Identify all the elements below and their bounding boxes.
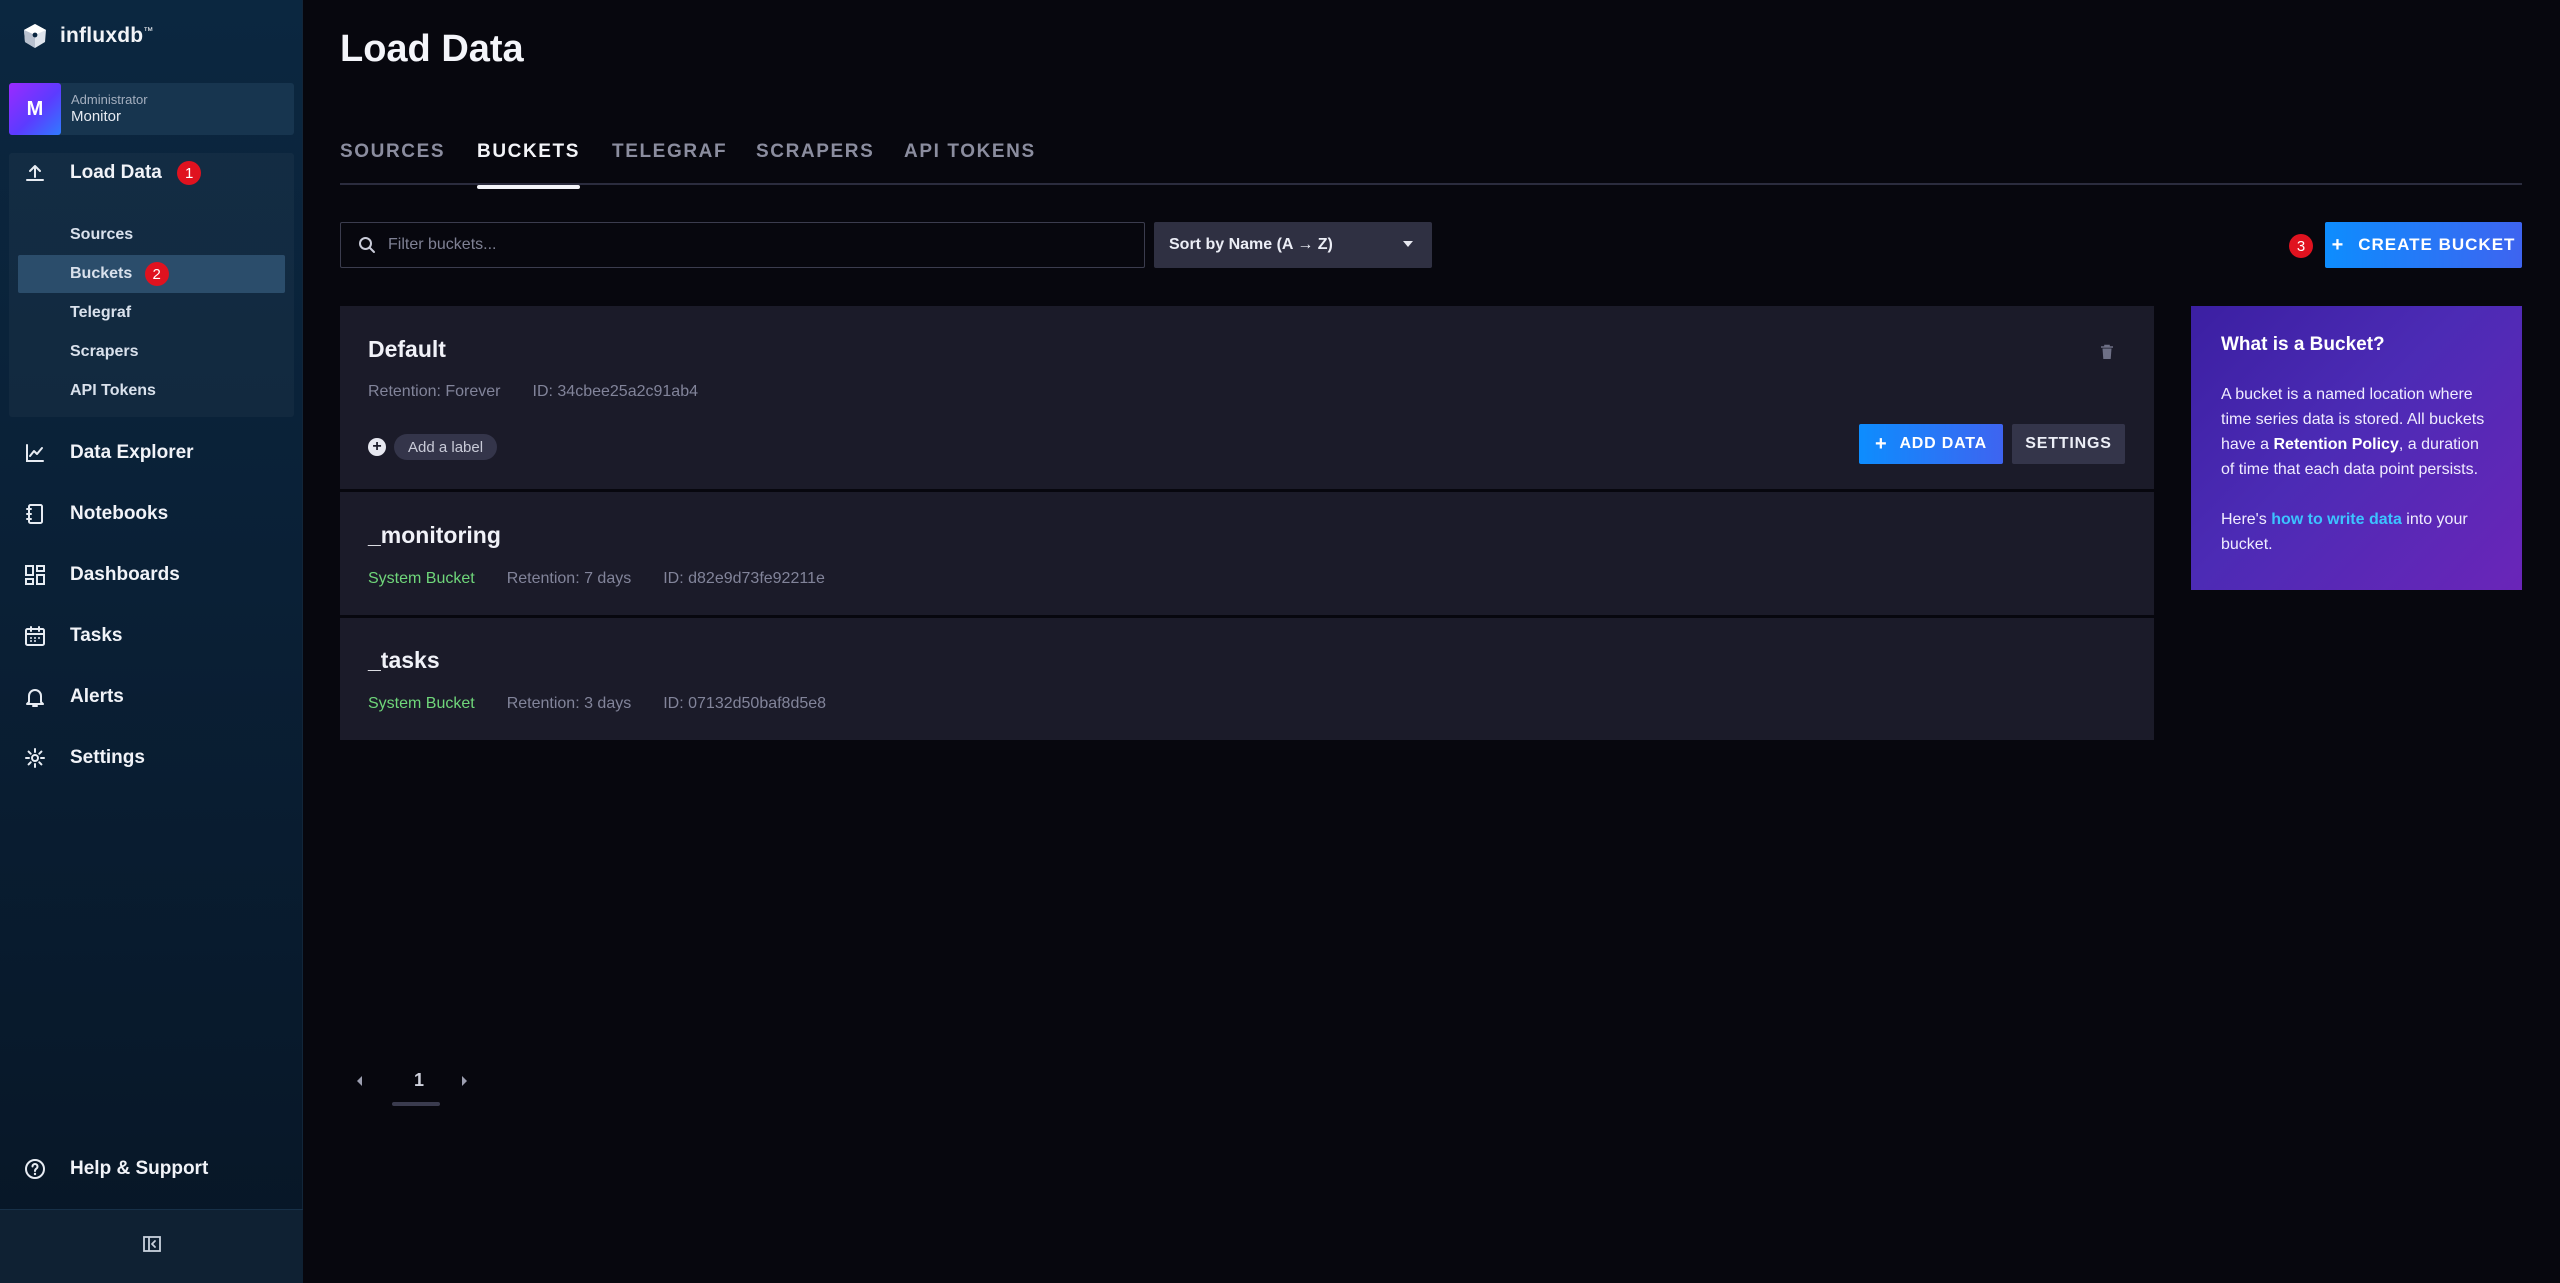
chevron-left-icon[interactable] (355, 1075, 363, 1087)
bucket-meta: System Bucket Retention: 3 days ID: 0713… (368, 695, 826, 713)
nav-label: Tasks (70, 625, 123, 646)
sidebar-item-telegraf[interactable]: Telegraf (18, 294, 285, 332)
sort-dropdown-label: Sort by Name (A → Z) (1169, 236, 1333, 253)
sort-dropdown[interactable]: Sort by Name (A → Z) (1154, 222, 1432, 268)
info-paragraph-1: A bucket is a named location where time … (2221, 386, 2485, 478)
create-bucket-label: CREATE BUCKET (2358, 235, 2516, 254)
filter-buckets-input[interactable] (388, 223, 1144, 267)
sidebar-item-label: Sources (70, 226, 134, 243)
calendar-icon (24, 625, 46, 647)
sidebar-item-label: Scrapers (70, 343, 139, 360)
sidebar-item-api-tokens[interactable]: API Tokens (18, 372, 285, 410)
nav-label: Dashboards (70, 564, 180, 585)
notebook-icon (24, 503, 46, 525)
create-bucket-button[interactable]: + CREATE BUCKET (2325, 222, 2522, 268)
bucket-settings-button[interactable]: SETTINGS (2012, 424, 2125, 464)
chevron-right-icon[interactable] (461, 1075, 469, 1087)
nav-item-alerts[interactable]: Alerts (0, 677, 303, 717)
step-badge-2: 2 (144, 262, 169, 286)
nav-label: Data Explorer (70, 442, 194, 463)
tab-api-tokens[interactable]: API TOKENS (904, 141, 1036, 185)
plus-icon: + (1874, 433, 1888, 455)
nav-item-load-data[interactable]: Load Data 1 (9, 153, 294, 193)
collapse-sidebar-icon[interactable] (142, 1234, 162, 1259)
bucket-meta: System Bucket Retention: 7 days ID: d82e… (368, 570, 825, 588)
bucket-id: ID: d82e9d73fe92211e (663, 570, 825, 587)
nav-label: Help & Support (70, 1158, 209, 1179)
sidebar-item-label: API Tokens (70, 382, 156, 399)
nav-item-dashboards[interactable]: Dashboards (0, 555, 303, 595)
bell-icon (24, 686, 46, 708)
org-role: Administrator (71, 91, 148, 107)
nav-label: Notebooks (70, 503, 169, 524)
sidebar-item-label: Buckets 2 (70, 262, 169, 286)
org-name: Monitor (71, 107, 122, 125)
page-indicator (392, 1102, 440, 1106)
bucket-card-monitoring: _monitoring System Bucket Retention: 7 d… (340, 492, 2154, 615)
org-switcher[interactable]: M Administrator Monitor (9, 83, 294, 135)
bucket-card-tasks: _tasks System Bucket Retention: 3 days I… (340, 618, 2154, 740)
nav-item-notebooks[interactable]: Notebooks (0, 494, 303, 534)
tab-telegraf[interactable]: TELEGRAF (612, 141, 727, 185)
bucket-id: ID: 07132d50baf8d5e8 (663, 695, 827, 712)
gear-icon (24, 747, 46, 769)
bucket-info-panel: What is a Bucket? A bucket is a named lo… (2191, 306, 2522, 590)
page-number[interactable]: 1 (407, 1070, 431, 1091)
caret-down-icon (1403, 241, 1413, 247)
nav-item-settings[interactable]: Settings (0, 738, 303, 778)
influxdb-cube-icon (24, 24, 46, 48)
sidebar: influxdb™ M Administrator Monitor Load D… (0, 0, 303, 1283)
bucket-retention: Retention: 7 days (506, 570, 632, 587)
plus-circle-icon: + (368, 438, 386, 456)
nav-item-tasks[interactable]: Tasks (0, 616, 303, 656)
add-data-label: ADD DATA (1899, 435, 1988, 452)
tab-buckets[interactable]: BUCKETS (477, 141, 581, 189)
upload-icon (24, 162, 46, 184)
bucket-name[interactable]: _tasks (368, 647, 440, 674)
tab-sources[interactable]: SOURCES (340, 141, 445, 185)
plus-icon: + (2331, 234, 2345, 256)
bucket-name[interactable]: _monitoring (368, 522, 501, 549)
search-icon (359, 237, 375, 253)
tab-scrapers[interactable]: SCRAPERS (756, 141, 874, 185)
trash-icon[interactable] (2100, 344, 2114, 360)
brand-name: influxdb™ (60, 24, 154, 47)
nav-item-help-support[interactable]: Help & Support (0, 1149, 303, 1189)
system-bucket-label: System Bucket (368, 570, 475, 587)
system-bucket-label: System Bucket (368, 695, 475, 712)
sidebar-item-sources[interactable]: Sources (18, 216, 285, 254)
sidebar-footer (0, 1209, 303, 1283)
sidebar-item-label: Telegraf (70, 304, 132, 321)
bucket-retention: Retention: Forever (368, 383, 501, 400)
bucket-card-default: Default Retention: Forever ID: 34cbee25a… (340, 306, 2154, 489)
avatar: M (9, 83, 61, 135)
bucket-meta: Retention: Forever ID: 34cbee25a2c91ab4 (368, 383, 698, 401)
add-label-pill[interactable]: Add a label (394, 434, 498, 460)
tab-bar: SOURCES BUCKETS TELEGRAF SCRAPERS API TO… (340, 135, 2522, 189)
step-badge-1: 1 (177, 161, 202, 185)
add-label-control[interactable]: + Add a label (368, 434, 498, 460)
graph-icon (24, 442, 46, 464)
load-data-section: Load Data 1 Sources Buckets 2 Telegraf S… (9, 153, 294, 417)
bucket-name[interactable]: Default (368, 336, 446, 363)
nav-label: Alerts (70, 686, 124, 707)
info-paragraph-2: Here's how to write data into your bucke… (2221, 511, 2468, 553)
info-title: What is a Bucket? (2221, 334, 2385, 355)
pagination: 1 (355, 1066, 475, 1106)
page-title: Load Data (340, 28, 524, 70)
add-data-button[interactable]: + ADD DATA (1859, 424, 2003, 464)
help-icon (24, 1158, 46, 1180)
filter-buckets-field[interactable] (340, 222, 1145, 268)
sidebar-item-scrapers[interactable]: Scrapers (18, 333, 285, 371)
nav-label-load-data: Load Data 1 (70, 161, 202, 185)
nav-item-data-explorer[interactable]: Data Explorer (0, 433, 303, 473)
nav-label: Settings (70, 747, 145, 768)
write-data-link[interactable]: how to write data (2271, 511, 2402, 528)
step-badge-3: 3 (2289, 234, 2313, 258)
dashboards-icon (24, 564, 46, 586)
influxdb-logo[interactable]: influxdb™ (22, 20, 153, 52)
bucket-retention: Retention: 3 days (506, 695, 632, 712)
sidebar-item-buckets[interactable]: Buckets 2 (18, 255, 285, 293)
bucket-id: ID: 34cbee25a2c91ab4 (532, 383, 698, 400)
